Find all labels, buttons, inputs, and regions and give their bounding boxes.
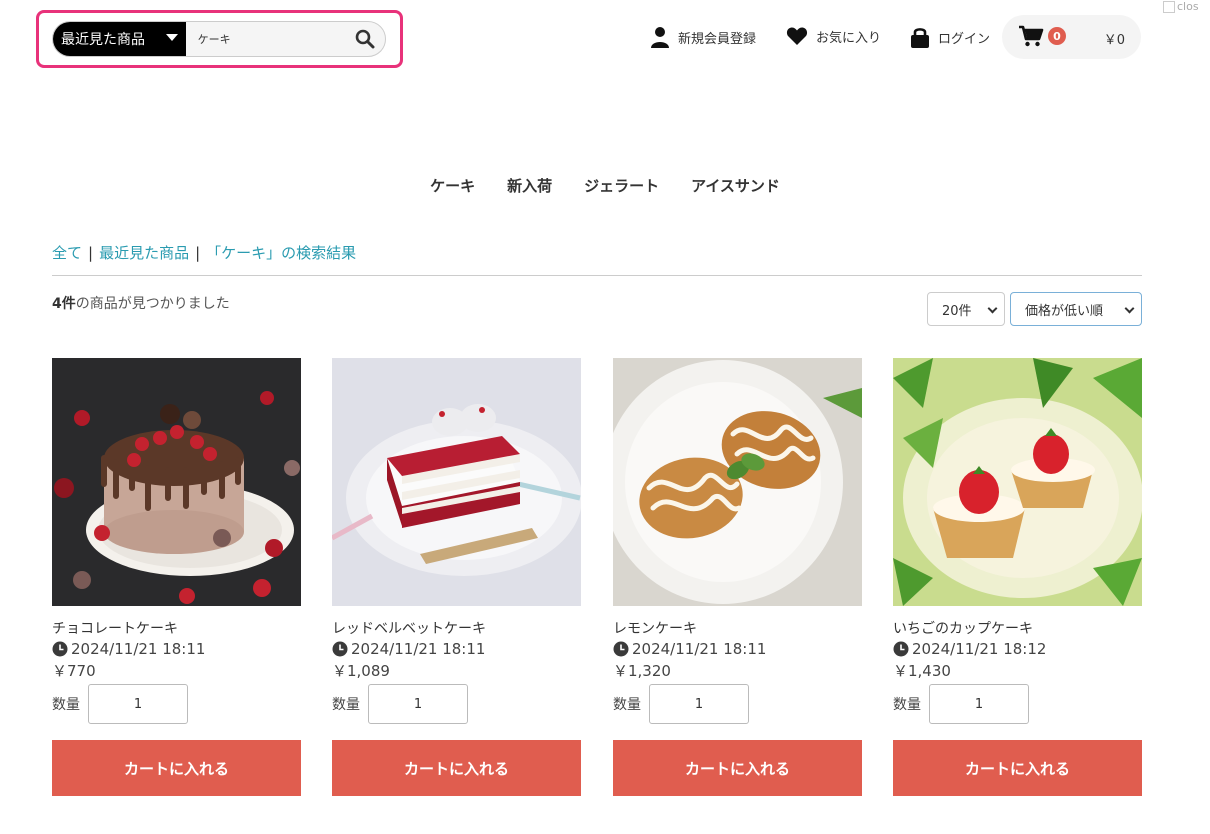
per-page-select[interactable]: 20件	[927, 292, 1005, 326]
add-to-cart-button[interactable]: カートに入れる	[332, 740, 581, 796]
result-count: 4件の商品が見つかりました	[52, 293, 230, 313]
cart-icon	[1019, 25, 1044, 47]
category-link[interactable]: ケーキ	[430, 175, 475, 196]
quantity-label: 数量	[893, 697, 921, 713]
product-price: ￥1,320	[613, 662, 671, 680]
product-card: いちごのカップケーキ 2024/11/21 18:12 ￥1,430 数量 カー…	[893, 358, 1142, 796]
heart-icon	[786, 27, 808, 45]
search-icon	[355, 29, 375, 49]
cart-total: ￥0	[1103, 33, 1125, 48]
category-link[interactable]: アイスサンド	[691, 175, 780, 196]
quantity-row: 数量	[893, 684, 1142, 724]
chevron-down-icon	[987, 303, 998, 314]
product-price: ￥1,089	[332, 662, 390, 680]
clock-icon	[332, 641, 348, 657]
quantity-label: 数量	[52, 697, 80, 713]
lock-icon	[911, 28, 929, 48]
product-card: レッドベルベットケーキ 2024/11/21 18:11 ￥1,089 数量 カ…	[332, 358, 581, 796]
quantity-input[interactable]	[929, 684, 1029, 724]
search-button[interactable]	[345, 22, 385, 56]
search-category-select[interactable]: 最近見た商品	[53, 22, 186, 56]
quantity-input[interactable]	[649, 684, 749, 724]
result-count-number: 4件	[52, 296, 76, 312]
user-icon	[651, 27, 669, 48]
product-image[interactable]	[893, 358, 1142, 606]
sort-value: 価格が低い順	[1025, 303, 1104, 319]
divider	[52, 275, 1142, 276]
breadcrumb-current[interactable]: 「ケーキ」の検索結果	[206, 244, 356, 262]
product-date-text: 2024/11/21 18:11	[351, 640, 486, 658]
clock-icon	[52, 641, 68, 657]
product-price: ￥1,430	[893, 662, 951, 680]
product-name[interactable]: レッドベルベットケーキ	[332, 618, 581, 638]
cart-button[interactable]: 0 ￥0	[1002, 15, 1141, 59]
register-link[interactable]: 新規会員登録	[650, 26, 756, 48]
search-category-label: 最近見た商品	[61, 32, 145, 48]
product-date: 2024/11/21 18:11	[613, 638, 862, 660]
clock-icon	[613, 641, 629, 657]
add-to-cart-button[interactable]: カートに入れる	[893, 740, 1142, 796]
search-bar: 最近見た商品	[52, 21, 386, 57]
product-card: レモンケーキ 2024/11/21 18:11 ￥1,320 数量 カートに入れ…	[613, 358, 862, 796]
breadcrumb-separator: |	[195, 244, 201, 262]
chevron-down-icon	[1124, 303, 1135, 314]
product-date: 2024/11/21 18:12	[893, 638, 1142, 660]
category-link[interactable]: ジェラート	[584, 175, 659, 196]
quantity-label: 数量	[613, 697, 641, 713]
result-count-text: の商品が見つかりました	[75, 296, 230, 312]
breadcrumb-all[interactable]: 全て	[52, 244, 82, 262]
favorites-link[interactable]: お気に入り	[786, 26, 881, 46]
favorites-label: お気に入り	[816, 30, 882, 46]
quantity-row: 数量	[613, 684, 862, 724]
product-name[interactable]: チョコレートケーキ	[52, 618, 301, 638]
login-label: ログイン	[938, 31, 991, 47]
product-image[interactable]	[613, 358, 862, 606]
register-label: 新規会員登録	[678, 31, 757, 47]
quantity-input[interactable]	[368, 684, 468, 724]
product-image[interactable]	[332, 358, 581, 606]
clock-icon	[893, 641, 909, 657]
product-date: 2024/11/21 18:11	[52, 638, 301, 660]
login-link[interactable]: ログイン	[910, 26, 990, 48]
quantity-row: 数量	[332, 684, 581, 724]
product-date-text: 2024/11/21 18:12	[912, 640, 1047, 658]
quantity-input[interactable]	[88, 684, 188, 724]
per-page-value: 20件	[942, 303, 972, 319]
add-to-cart-button[interactable]: カートに入れる	[613, 740, 862, 796]
product-name[interactable]: レモンケーキ	[613, 618, 862, 638]
category-link[interactable]: 新入荷	[507, 175, 552, 196]
product-card: チョコレートケーキ 2024/11/21 18:11 ￥770 数量 カートに入…	[52, 358, 301, 796]
quantity-label: 数量	[332, 697, 360, 713]
breadcrumb-recent[interactable]: 最近見た商品	[99, 244, 189, 262]
product-image[interactable]	[52, 358, 301, 606]
breadcrumb-separator: |	[88, 244, 94, 262]
quantity-row: 数量	[52, 684, 301, 724]
broken-image: clos	[1163, 0, 1210, 14]
search-input[interactable]	[185, 22, 345, 56]
product-date-text: 2024/11/21 18:11	[632, 640, 767, 658]
product-name[interactable]: いちごのカップケーキ	[893, 618, 1142, 638]
cart-count-badge: 0	[1048, 27, 1066, 45]
category-nav: ケーキ 新入荷 ジェラート アイスサンド	[0, 175, 1210, 196]
add-to-cart-button[interactable]: カートに入れる	[52, 740, 301, 796]
caret-down-icon	[165, 34, 178, 41]
sort-select[interactable]: 価格が低い順	[1010, 292, 1142, 326]
product-date: 2024/11/21 18:11	[332, 638, 581, 660]
product-price: ￥770	[52, 662, 96, 680]
product-date-text: 2024/11/21 18:11	[71, 640, 206, 658]
breadcrumb: 全て | 最近見た商品 | 「ケーキ」の検索結果	[52, 242, 356, 263]
